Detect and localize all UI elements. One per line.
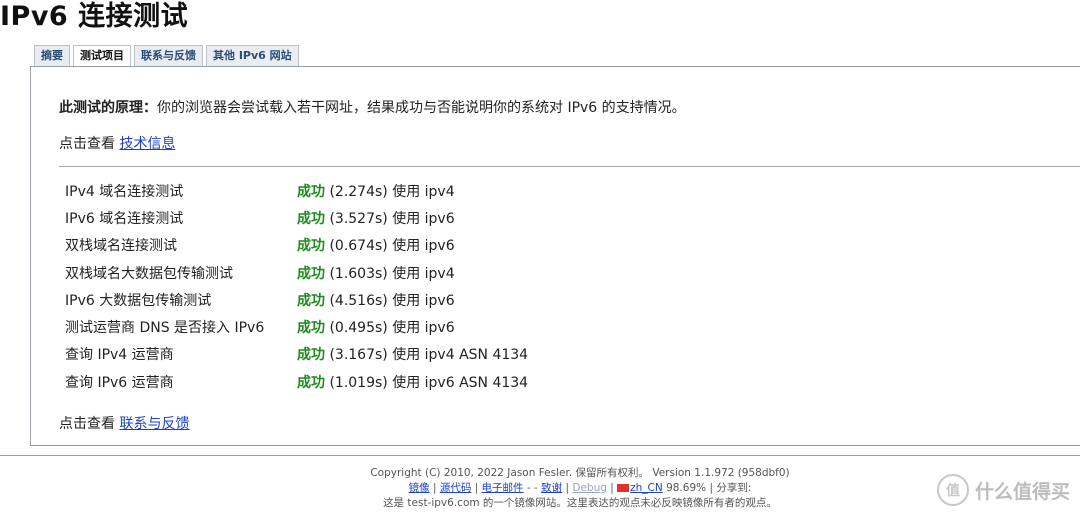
test-result: 成功 (3.167s) 使用 ipv4 ASN 4134	[291, 341, 528, 368]
watermark: 值 什么值得买	[936, 474, 1070, 506]
debug-link[interactable]: Debug	[572, 482, 607, 494]
table-row: IPv6 域名连接测试 成功 (3.527s) 使用 ipv6	[59, 204, 528, 231]
tab-other-ipv6-sites[interactable]: 其他 IPv6 网站	[206, 45, 299, 67]
source-link[interactable]: 源代码	[440, 482, 472, 494]
table-row: 测试运营商 DNS 是否接入 IPv6 成功 (0.495s) 使用 ipv6	[59, 313, 528, 340]
test-name: 双栈域名大数据包传输测试	[65, 265, 233, 282]
share-label: | 分享到:	[706, 482, 752, 494]
test-result: 成功 (3.527s) 使用 ipv6	[291, 204, 528, 231]
mirror-link[interactable]: 镜像	[409, 482, 430, 494]
test-detail: (1.019s) 使用 ipv6 ASN 4134	[329, 374, 529, 391]
test-detail: (0.674s) 使用 ipv6	[329, 238, 455, 255]
tab-contact-feedback[interactable]: 联系与反馈	[134, 45, 203, 67]
table-row: 双栈域名大数据包传输测试 成功 (1.603s) 使用 ipv4	[59, 259, 528, 286]
locale-link[interactable]: zh_CN	[630, 482, 663, 494]
china-flag-icon	[617, 484, 630, 492]
tab-bar: 摘要 测试项目 联系与反馈 其他 IPv6 网站	[34, 45, 299, 68]
test-detail: (2.274s) 使用 ipv4	[329, 183, 455, 200]
table-row: 查询 IPv4 运营商 成功 (3.167s) 使用 ipv4 ASN 4134	[59, 341, 528, 368]
status-badge: 成功	[297, 292, 325, 309]
principle-label: 此测试的原理：	[59, 100, 157, 116]
tests-panel: 此测试的原理：你的浏览器会尝试载入若干网址，结果成功与否能说明你的系统对 IPv…	[30, 66, 1080, 446]
footer-divider	[0, 455, 1080, 456]
test-name: 查询 IPv4 运营商	[65, 347, 174, 364]
watermark-text: 什么值得买	[974, 480, 1070, 503]
email-link[interactable]: 电子邮件	[482, 482, 524, 494]
copyright-text: Copyright (C) 2010, 2022 Jason Fesler. 保…	[370, 467, 790, 479]
status-badge: 成功	[297, 238, 325, 255]
feedback-link[interactable]: 联系与反馈	[119, 416, 189, 432]
feedback-line: 点击查看 联系与反馈	[59, 413, 189, 433]
test-result: 成功 (1.019s) 使用 ipv6 ASN 4134	[291, 368, 528, 395]
watermark-logo-icon: 值	[936, 474, 969, 506]
table-row: IPv4 域名连接测试 成功 (2.274s) 使用 ipv4	[59, 177, 528, 204]
test-detail: (3.527s) 使用 ipv6	[329, 210, 455, 227]
mirror-note: 这是 test-ipv6.com 的一个镜像网站。这里表达的观点未必反映镜像所有…	[383, 497, 777, 509]
footer: Copyright (C) 2010, 2022 Jason Fesler. 保…	[0, 466, 1080, 511]
table-row: 双栈域名连接测试 成功 (0.674s) 使用 ipv6	[59, 232, 528, 259]
separator: -	[530, 482, 542, 494]
status-badge: 成功	[297, 320, 325, 337]
tech-info-prefix: 点击查看	[59, 136, 120, 152]
footer-links: 镜像 | 源代码 | 电子邮件 - - 致谢 | Debug | zh_CN 9…	[408, 482, 752, 494]
locale-percent: 98.69%	[662, 482, 707, 494]
status-badge: 成功	[297, 183, 325, 200]
tab-summary[interactable]: 摘要	[34, 45, 70, 67]
test-name: 测试运营商 DNS 是否接入 IPv6	[65, 320, 265, 337]
test-name: IPv6 域名连接测试	[65, 210, 184, 227]
test-result: 成功 (1.603s) 使用 ipv4	[291, 259, 528, 286]
thanks-link[interactable]: 致谢	[541, 482, 562, 494]
test-detail: (3.167s) 使用 ipv4 ASN 4134	[329, 347, 529, 364]
test-result: 成功 (0.674s) 使用 ipv6	[291, 232, 528, 259]
tech-info-line: 点击查看 技术信息	[59, 133, 175, 153]
test-detail: (0.495s) 使用 ipv6	[329, 320, 455, 337]
divider	[59, 166, 1080, 167]
table-row: 查询 IPv6 运营商 成功 (1.019s) 使用 ipv6 ASN 4134	[59, 368, 528, 395]
email-suffix: -	[523, 482, 531, 494]
status-badge: 成功	[297, 374, 325, 391]
test-name: 双栈域名连接测试	[65, 238, 177, 255]
test-name: 查询 IPv6 运营商	[65, 374, 174, 391]
test-detail: (4.516s) 使用 ipv6	[329, 292, 455, 309]
table-row: IPv6 大数据包传输测试 成功 (4.516s) 使用 ipv6	[59, 286, 528, 313]
feedback-prefix: 点击查看	[59, 416, 120, 432]
test-name: IPv4 域名连接测试	[65, 183, 184, 200]
principle-description: 你的浏览器会尝试载入若干网址，结果成功与否能说明你的系统对 IPv6 的支持情况…	[157, 100, 686, 116]
test-detail: (1.603s) 使用 ipv4	[329, 265, 455, 282]
tab-tests[interactable]: 测试项目	[73, 45, 131, 68]
status-badge: 成功	[297, 210, 325, 227]
principle-text: 此测试的原理：你的浏览器会尝试载入若干网址，结果成功与否能说明你的系统对 IPv…	[59, 97, 686, 117]
page-title: IPv6 连接测试	[0, 1, 189, 32]
test-name: IPv6 大数据包传输测试	[65, 292, 212, 309]
tech-info-link[interactable]: 技术信息	[119, 136, 175, 152]
test-result: 成功 (2.274s) 使用 ipv4	[291, 177, 528, 204]
test-result: 成功 (0.495s) 使用 ipv6	[291, 313, 528, 340]
status-badge: 成功	[297, 265, 325, 282]
test-result: 成功 (4.516s) 使用 ipv6	[291, 286, 528, 313]
status-badge: 成功	[297, 347, 325, 364]
results-table: IPv4 域名连接测试 成功 (2.274s) 使用 ipv4 IPv6 域名连…	[59, 177, 528, 395]
